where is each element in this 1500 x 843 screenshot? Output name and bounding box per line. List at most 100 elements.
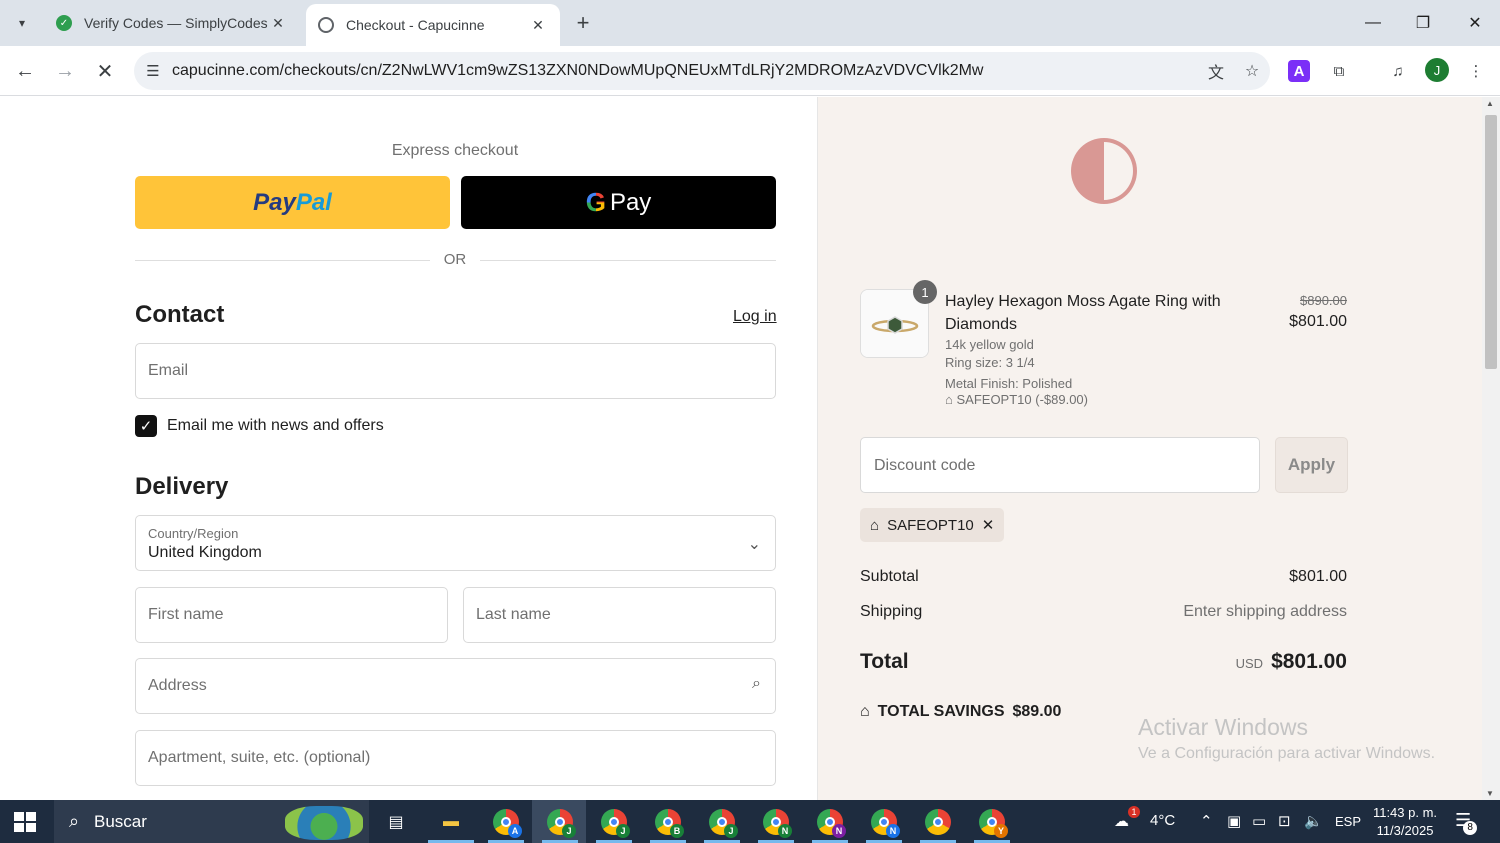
browser-menu-icon[interactable]: ⋮ xyxy=(1463,58,1489,84)
profile-badge: N xyxy=(886,824,900,838)
profile-badge: J xyxy=(616,824,630,838)
paypal-logo-part1: Pay xyxy=(253,188,296,216)
extension-a-icon[interactable]: A xyxy=(1288,60,1310,82)
paypal-button[interactable]: Pay Pal xyxy=(135,176,450,229)
address-field[interactable]: Address ⌕ xyxy=(135,658,776,714)
chrome-icon: N xyxy=(871,809,900,838)
meet-camera-icon[interactable]: ▣ xyxy=(1227,812,1241,830)
chrome-taskbar-icon[interactable]: J xyxy=(546,808,576,838)
remove-code-close-icon[interactable]: ✕ xyxy=(982,516,995,534)
stop-loading-icon[interactable]: ✕ xyxy=(90,56,120,86)
chrome-taskbar-icon[interactable]: J xyxy=(600,808,630,838)
login-link[interactable]: Log in xyxy=(733,308,777,326)
scroll-down-arrow-icon[interactable]: ▼ xyxy=(1486,789,1494,798)
profile-badge: A xyxy=(508,824,522,838)
apply-button[interactable]: Apply xyxy=(1275,437,1348,493)
forward-arrow-icon[interactable]: → xyxy=(50,56,80,86)
contact-heading: Contact xyxy=(135,301,225,328)
url-text[interactable]: capucinne.com/checkouts/cn/Z2NwLWV1cm9wZ… xyxy=(172,62,1198,80)
profile-avatar[interactable]: J xyxy=(1425,58,1449,82)
delivery-heading: Delivery xyxy=(135,473,229,500)
tag-icon: ⌂ xyxy=(945,392,953,407)
notification-center-icon[interactable]: ☰ 8 xyxy=(1455,810,1478,835)
windows-start-icon[interactable] xyxy=(14,812,36,832)
translate-icon[interactable]: 文 xyxy=(1198,59,1234,83)
windows-activation-watermark: Activar Windows Ve a Configuración para … xyxy=(1138,714,1435,763)
google-g-icon: G xyxy=(585,187,606,217)
last-name-field[interactable]: Last name xyxy=(463,587,776,643)
chrome-taskbar-icon[interactable]: B xyxy=(654,808,684,838)
minimize-icon[interactable]: — xyxy=(1350,8,1396,38)
extensions-puzzle-icon[interactable]: ⧉ xyxy=(1326,58,1352,84)
chrome-icon: B xyxy=(655,809,684,838)
loading-spinner-icon xyxy=(318,17,334,33)
chrome-taskbar-icon[interactable]: N xyxy=(762,808,792,838)
network-icon[interactable]: ⊡ xyxy=(1278,812,1291,830)
media-control-icon[interactable]: ♫ xyxy=(1385,58,1411,84)
scroll-up-arrow-icon[interactable]: ▲ xyxy=(1486,99,1494,108)
simplycodes-favicon-icon: ✓ xyxy=(56,15,72,31)
tab-search-chevron-icon[interactable]: ▾ xyxy=(8,9,36,37)
chevron-down-icon: ⌄ xyxy=(747,536,761,553)
profile-badge: N xyxy=(778,824,792,838)
back-arrow-icon[interactable]: ← xyxy=(10,56,40,86)
newsletter-label[interactable]: Email me with news and offers xyxy=(167,417,384,435)
gpay-label: Pay xyxy=(609,188,652,216)
weather-temp[interactable]: 4°C xyxy=(1150,812,1175,829)
watermark-line2: Ve a Configuración para activar Windows. xyxy=(1138,745,1436,762)
new-tab-plus-icon[interactable]: + xyxy=(570,10,596,36)
tag-icon: ⌂ xyxy=(860,703,870,720)
chrome-taskbar-icon[interactable]: N xyxy=(816,808,846,838)
display-icon[interactable]: ▭ xyxy=(1252,812,1266,830)
task-view-icon[interactable]: ▤ xyxy=(382,808,410,836)
total-label: Total xyxy=(860,650,909,673)
newsletter-checkbox[interactable]: ✓ xyxy=(135,415,157,437)
tab-title: Verify Codes — SimplyCodes xyxy=(84,15,268,31)
site-info-icon[interactable]: ☰ xyxy=(134,62,172,80)
product-price: $801.00 xyxy=(1289,313,1347,330)
chrome-taskbar-icon[interactable]: J xyxy=(708,808,738,838)
profile-badge: J xyxy=(562,824,576,838)
scrollbar-thumb[interactable] xyxy=(1485,115,1497,369)
apartment-field[interactable]: Apartment, suite, etc. (optional) xyxy=(135,730,776,786)
close-window-icon[interactable]: ✕ xyxy=(1452,8,1498,38)
file-explorer-icon[interactable]: ▬ xyxy=(437,808,465,836)
chrome-taskbar-icon[interactable]: A xyxy=(492,808,522,838)
tab-close-icon[interactable]: ✕ xyxy=(268,15,288,32)
google-pay-button[interactable]: G Pay xyxy=(461,176,776,229)
chrome-taskbar-icon[interactable]: Y xyxy=(978,808,1008,838)
chrome-icon: J xyxy=(709,809,738,838)
country-value: United Kingdom xyxy=(148,544,262,561)
email-field[interactable]: Email xyxy=(135,343,776,399)
discount-code-field[interactable]: Discount code xyxy=(860,437,1260,493)
chrome-taskbar-icon[interactable]: N xyxy=(870,808,900,838)
profile-badge: B xyxy=(670,824,684,838)
subtotal-value: $801.00 xyxy=(1289,568,1347,585)
windows-taskbar: ⌕ Buscar ▤ ▬ A J J B J N N N Y ☁ 1 4°C ⌃ ▣ ▭ ⊡ 🔈… xyxy=(0,800,1500,843)
tab-title: Checkout - Capucinne xyxy=(346,17,485,33)
first-name-field[interactable]: First name xyxy=(135,587,448,643)
restore-icon[interactable]: ❐ xyxy=(1400,8,1446,38)
weather-icon[interactable]: ☁ xyxy=(1114,812,1129,830)
tab-capucinne[interactable]: Checkout - Capucinne ✕ xyxy=(306,4,560,46)
taskbar-search[interactable]: ⌕ Buscar xyxy=(54,800,369,843)
chrome-taskbar-icon[interactable] xyxy=(924,808,952,836)
tag-icon: ⌂ xyxy=(870,516,880,534)
chrome-icon xyxy=(925,809,951,835)
express-checkout-title: Express checkout xyxy=(391,142,519,159)
address-bar[interactable]: ☰ capucinne.com/checkouts/cn/Z2NwLWV1cm9… xyxy=(134,52,1270,90)
volume-icon[interactable]: 🔈 xyxy=(1304,812,1323,830)
page-scrollbar[interactable]: ▲ ▼ xyxy=(1482,97,1500,800)
tab-close-icon[interactable]: ✕ xyxy=(528,17,548,34)
language-indicator[interactable]: ESP xyxy=(1335,814,1361,829)
search-icon: ⌕ xyxy=(68,811,80,831)
capucinne-logo[interactable] xyxy=(1071,138,1137,204)
applied-discount-chip: ⌂ SAFEOPT10 ✕ xyxy=(860,508,1005,542)
clock[interactable]: 11:43 p. m. 11/3/2025 xyxy=(1362,804,1448,840)
discount-placeholder: Discount code xyxy=(874,457,976,474)
watermark-line1: Activar Windows xyxy=(1138,714,1308,740)
tab-simplycodes[interactable]: ✓ Verify Codes — SimplyCodes ✕ xyxy=(44,6,300,40)
bookmark-star-icon[interactable]: ☆ xyxy=(1234,61,1270,81)
show-hidden-icons-chevron-icon[interactable]: ⌃ xyxy=(1200,812,1213,830)
country-select[interactable]: Country/Region United Kingdom ⌄ xyxy=(135,515,776,571)
